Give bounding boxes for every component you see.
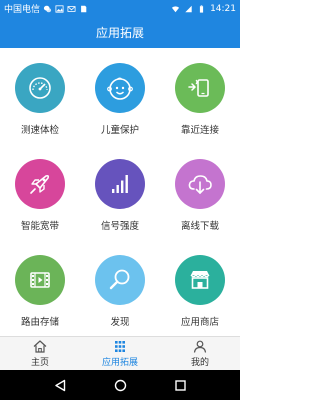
grid-item-label: 智能宽带 [20,221,59,232]
rocket-icon [30,174,50,194]
bottom-nav: 主页 应用拓展 我的 [0,336,240,370]
grid-apps-icon [115,340,125,352]
grid-item-nearby-connect[interactable]: 靠近连接 [160,48,240,144]
nav-tab-label: 我的 [190,357,209,368]
carrier-label: 中国电信 [4,5,41,15]
grid-item-offline-download[interactable]: 离线下载 [160,144,240,240]
wifi-icon [171,5,180,12]
grid-item-circle [95,255,145,305]
grid-item-circle [15,159,65,209]
grid-item-label: 靠近连接 [180,125,219,136]
home-circle-icon[interactable] [114,379,127,392]
nav-tab-label: 应用拓展 [101,357,138,368]
recent-apps-square-icon[interactable] [174,379,187,392]
grid-item-circle [95,63,145,113]
grid-item-circle [95,159,145,209]
clock: 14:21 [210,3,236,14]
grid-item-label: 测速体检 [20,125,59,136]
nav-tab-home[interactable]: 主页 [0,337,80,370]
nearby-connect-icon [188,79,209,97]
email-icon [67,5,76,12]
child-face-icon [107,77,133,100]
grid-item-router-storage[interactable]: 路由存储 [0,240,80,336]
film-storage-icon [30,272,50,288]
sd-card-icon [81,5,87,12]
image-icon [55,4,64,13]
battery-icon [199,4,204,13]
home-icon [33,339,47,353]
signal-icon [185,5,192,12]
page-title: 应用拓展 [95,26,144,40]
grid-item-discover[interactable]: 发现 [80,240,160,336]
person-icon [193,340,207,353]
magnifier-icon [109,269,130,290]
grid-item-label: 路由存储 [20,317,59,328]
signal-bars-icon [112,175,128,193]
grid-item-label: 发现 [110,317,130,328]
grid-item-circle [175,159,225,209]
grid-item-speed-test[interactable]: 测速体检 [0,48,80,144]
nav-tab-app-extension[interactable]: 应用拓展 [80,337,160,370]
grid-item-label: 应用商店 [180,317,219,328]
store-icon [190,271,210,289]
grid-item-circle [175,63,225,113]
wechat-icon [43,5,52,12]
grid-item-label: 离线下载 [180,221,219,232]
grid-item-circle [15,63,65,113]
status-bar: 中国电信 14:21 [0,0,240,17]
grid-item-circle [15,255,65,305]
grid-item-label: 信号强度 [100,221,139,232]
system-nav-bar [0,370,240,400]
grid-item-app-store[interactable]: 应用商店 [160,240,240,336]
feature-grid: 测速体检 儿童保护 靠近连接 智能宽带 信号强度 离线下载 路由存储 发现 应用… [0,48,240,336]
grid-item-signal-strength[interactable]: 信号强度 [80,144,160,240]
back-triangle-icon[interactable] [54,379,67,392]
nav-tab-mine[interactable]: 我的 [160,337,240,370]
grid-item-smart-broadband[interactable]: 智能宽带 [0,144,80,240]
speedometer-icon [29,77,51,99]
cloud-download-icon [188,175,212,194]
app-header: 应用拓展 [0,17,240,48]
grid-item-circle [175,255,225,305]
grid-item-child-protect[interactable]: 儿童保护 [80,48,160,144]
grid-item-label: 儿童保护 [100,125,139,136]
nav-tab-label: 主页 [30,357,49,368]
